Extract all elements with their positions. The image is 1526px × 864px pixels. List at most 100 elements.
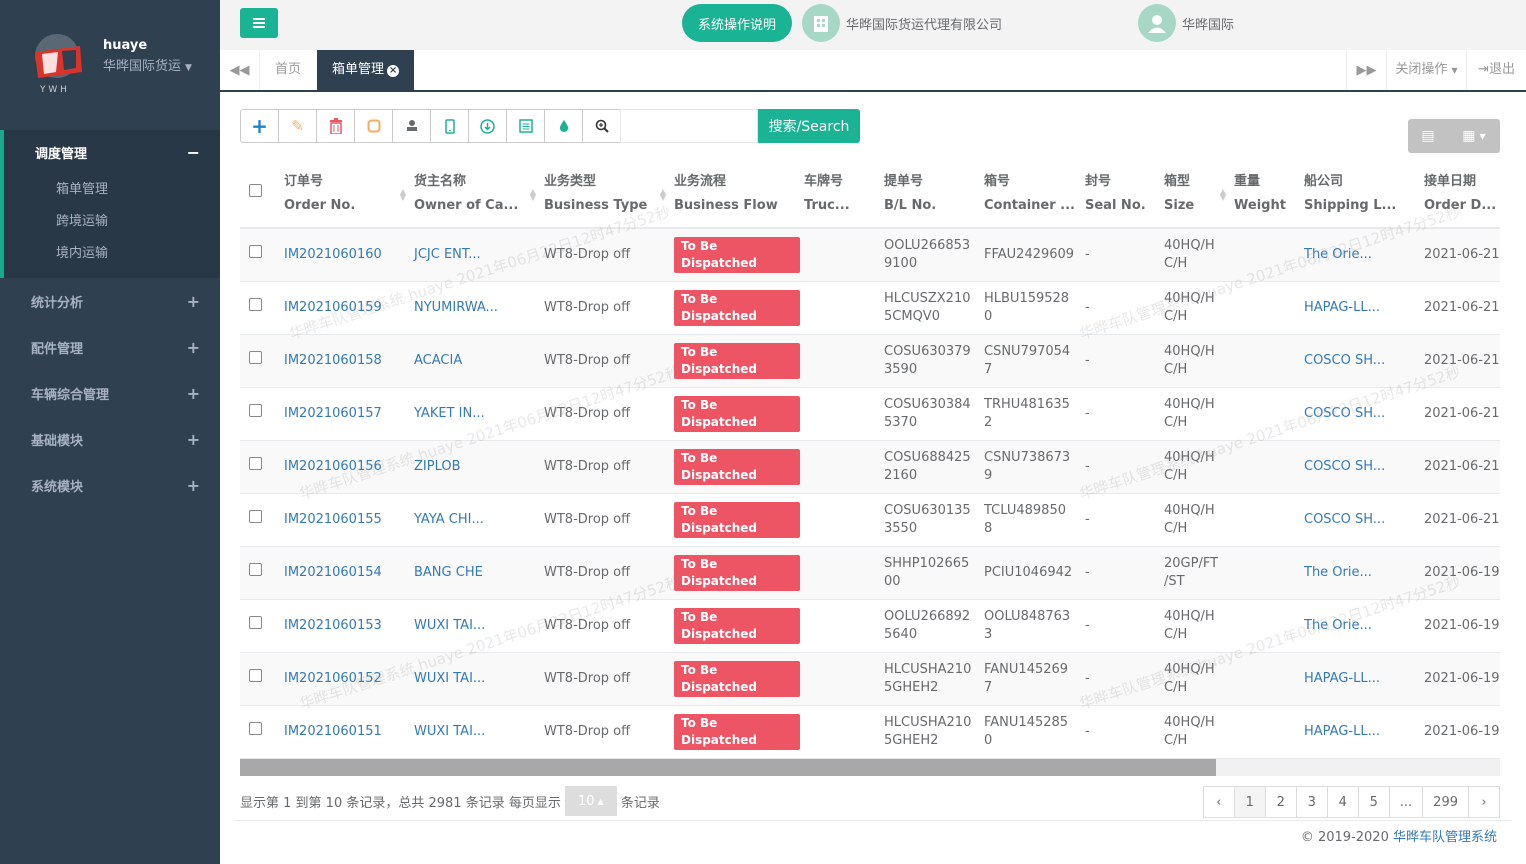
stamp-button[interactable] bbox=[392, 109, 431, 143]
col-order-date[interactable]: 接单日期 Order D... bbox=[1420, 161, 1500, 229]
sidebar-item-dispatch[interactable]: 调度管理 − bbox=[4, 130, 220, 174]
logout-button[interactable]: ⇥退出 bbox=[1466, 50, 1526, 90]
table-row[interactable]: IM2021060157 YAKET IN... WT8-Drop off To Be… bbox=[240, 387, 1500, 441]
download-button[interactable] bbox=[468, 109, 507, 143]
edit-button[interactable]: ✎ bbox=[278, 109, 317, 143]
shipping-link[interactable]: COSCO SH... bbox=[1304, 459, 1385, 474]
tabs-scroll-right-icon[interactable]: ▶▶ bbox=[1346, 50, 1386, 90]
col-seal[interactable]: 封号 Seal No. bbox=[1081, 161, 1160, 229]
row-checkbox[interactable] bbox=[249, 245, 262, 259]
row-checkbox[interactable] bbox=[249, 669, 262, 682]
owner-link[interactable]: WUXI TAI... bbox=[414, 671, 485, 686]
select-all-checkbox[interactable] bbox=[249, 184, 262, 197]
table-row[interactable]: IM2021060151 WUXI TAI... WT8-Drop off To Be… bbox=[240, 705, 1500, 759]
col-owner[interactable]: 货主名称 Owner of Ca... ▲ ▼ bbox=[410, 161, 540, 229]
order-link[interactable]: IM2021060152 bbox=[284, 671, 382, 686]
scrollbar-thumb[interactable] bbox=[240, 759, 1216, 776]
col-shipping-line[interactable]: 船公司 Shipping L... bbox=[1300, 161, 1420, 229]
copy-button[interactable] bbox=[354, 109, 393, 143]
col-business-flow[interactable]: 业务流程 Business Flow bbox=[670, 161, 800, 229]
page-button-1[interactable]: 1 bbox=[1233, 786, 1266, 818]
sidebar-item-base[interactable]: 基础模块 + bbox=[0, 416, 220, 462]
row-checkbox[interactable] bbox=[249, 616, 262, 629]
table-row[interactable]: IM2021060155 YAYA CHI... WT8-Drop off To Be… bbox=[240, 493, 1500, 547]
row-checkbox[interactable] bbox=[249, 563, 262, 576]
row-checkbox[interactable] bbox=[249, 298, 262, 311]
search-input[interactable] bbox=[620, 109, 758, 143]
shipping-link[interactable]: HAPAG-LL... bbox=[1304, 724, 1380, 739]
page-prev-button[interactable]: ‹ bbox=[1202, 786, 1235, 818]
page-button-3[interactable]: 3 bbox=[1295, 786, 1328, 818]
sidebar-item-statistics[interactable]: 统计分析 + bbox=[0, 278, 220, 324]
col-weight[interactable]: 重量 Weight bbox=[1230, 161, 1300, 229]
page-button-last[interactable]: 299 bbox=[1422, 786, 1469, 818]
shipping-link[interactable]: COSCO SH... bbox=[1304, 353, 1385, 368]
order-link[interactable]: IM2021060157 bbox=[284, 406, 382, 421]
mobile-button[interactable] bbox=[430, 109, 469, 143]
order-link[interactable]: IM2021060154 bbox=[284, 565, 382, 580]
shipping-link[interactable]: HAPAG-LL... bbox=[1304, 300, 1380, 315]
tabs-scroll-left-icon[interactable]: ◀◀ bbox=[220, 50, 260, 90]
order-link[interactable]: IM2021060158 bbox=[284, 353, 382, 368]
sidebar-subitem-cross-border[interactable]: 跨境运输 bbox=[4, 206, 220, 238]
order-link[interactable]: IM2021060155 bbox=[284, 512, 382, 527]
col-size[interactable]: 箱型 Size ▲ ▼ bbox=[1160, 161, 1230, 229]
table-row[interactable]: IM2021060160 JCJC ENT... WT8-Drop off To Be… bbox=[240, 228, 1500, 282]
table-row[interactable]: IM2021060158 ACACIA WT8-Drop off To Be Disp… bbox=[240, 334, 1500, 388]
add-button[interactable]: + bbox=[240, 109, 279, 143]
shipping-link[interactable]: The Orie... bbox=[1304, 247, 1372, 262]
shipping-link[interactable]: The Orie... bbox=[1304, 618, 1372, 633]
order-link[interactable]: IM2021060160 bbox=[284, 247, 382, 262]
sidebar-item-vehicles[interactable]: 车辆综合管理 + bbox=[0, 370, 220, 416]
tab-home[interactable]: 首页 bbox=[260, 50, 316, 90]
owner-link[interactable]: YAKET IN... bbox=[414, 406, 485, 421]
col-bl-no[interactable]: 提单号 B/L No. bbox=[880, 161, 980, 229]
page-button-5[interactable]: 5 bbox=[1357, 786, 1390, 818]
col-business-type[interactable]: 业务类型 Business Type ▲ ▼ bbox=[540, 161, 670, 229]
list-button[interactable] bbox=[506, 109, 545, 143]
col-truck[interactable]: 车牌号 Truc... bbox=[800, 161, 880, 229]
sidebar-item-parts[interactable]: 配件管理 + bbox=[0, 324, 220, 370]
horizontal-scrollbar[interactable] bbox=[240, 759, 1500, 776]
col-order-no[interactable]: 订单号 Order No. ▲ ▼ bbox=[280, 161, 410, 229]
shipping-link[interactable]: COSCO SH... bbox=[1304, 512, 1385, 527]
owner-link[interactable]: WUXI TAI... bbox=[414, 618, 485, 633]
shipping-link[interactable]: COSCO SH... bbox=[1304, 406, 1385, 421]
row-checkbox[interactable] bbox=[249, 404, 262, 417]
order-link[interactable]: IM2021060159 bbox=[284, 300, 382, 315]
owner-link[interactable]: NYUMIRWA... bbox=[414, 300, 498, 315]
order-link[interactable]: IM2021060156 bbox=[284, 459, 382, 474]
card-view-button[interactable]: ▤ bbox=[1408, 119, 1448, 153]
owner-link[interactable]: ACACIA bbox=[414, 353, 462, 368]
owner-link[interactable]: YAYA CHI... bbox=[414, 512, 484, 527]
zoom-button[interactable] bbox=[582, 109, 621, 143]
page-button-2[interactable]: 2 bbox=[1264, 786, 1297, 818]
system-guide-button[interactable]: 系统操作说明 bbox=[682, 4, 792, 42]
owner-link[interactable]: ZIPLOB bbox=[414, 459, 461, 474]
table-row[interactable]: IM2021060159 NYUMIRWA... WT8-Drop off To Be… bbox=[240, 281, 1500, 335]
tab-container-list[interactable]: 箱单管理 × bbox=[317, 50, 415, 90]
owner-link[interactable]: BANG CHE bbox=[414, 565, 483, 580]
menu-toggle-button[interactable] bbox=[240, 8, 278, 38]
sidebar-subitem-container-list[interactable]: 箱单管理 bbox=[4, 174, 220, 206]
row-checkbox[interactable] bbox=[249, 351, 262, 364]
drop-button[interactable] bbox=[544, 109, 583, 143]
delete-button[interactable] bbox=[316, 109, 355, 143]
owner-link[interactable]: WUXI TAI... bbox=[414, 724, 485, 739]
shipping-link[interactable]: The Orie... bbox=[1304, 565, 1372, 580]
table-row[interactable]: IM2021060152 WUXI TAI... WT8-Drop off To Be… bbox=[240, 652, 1500, 706]
order-link[interactable]: IM2021060151 bbox=[284, 724, 382, 739]
current-user[interactable]: 华晔国际 bbox=[1138, 4, 1234, 42]
shipping-link[interactable]: HAPAG-LL... bbox=[1304, 671, 1380, 686]
col-container[interactable]: 箱号 Container ... bbox=[980, 161, 1081, 229]
row-checkbox[interactable] bbox=[249, 457, 262, 470]
row-checkbox[interactable] bbox=[249, 510, 262, 523]
page-next-button[interactable]: › bbox=[1468, 786, 1500, 818]
table-row[interactable]: IM2021060153 WUXI TAI... WT8-Drop off To Be… bbox=[240, 599, 1500, 653]
order-link[interactable]: IM2021060153 bbox=[284, 618, 382, 633]
table-row[interactable]: IM2021060156 ZIPLOB WT8-Drop off To Be Disp… bbox=[240, 440, 1500, 494]
footer-system-link[interactable]: 华晔车队管理系统 bbox=[1393, 830, 1497, 845]
owner-link[interactable]: JCJC ENT... bbox=[414, 247, 481, 262]
close-operations-dropdown[interactable]: 关闭操作 ▼ bbox=[1386, 50, 1466, 90]
page-size-dropdown[interactable]: 10 ▲ bbox=[564, 786, 617, 816]
